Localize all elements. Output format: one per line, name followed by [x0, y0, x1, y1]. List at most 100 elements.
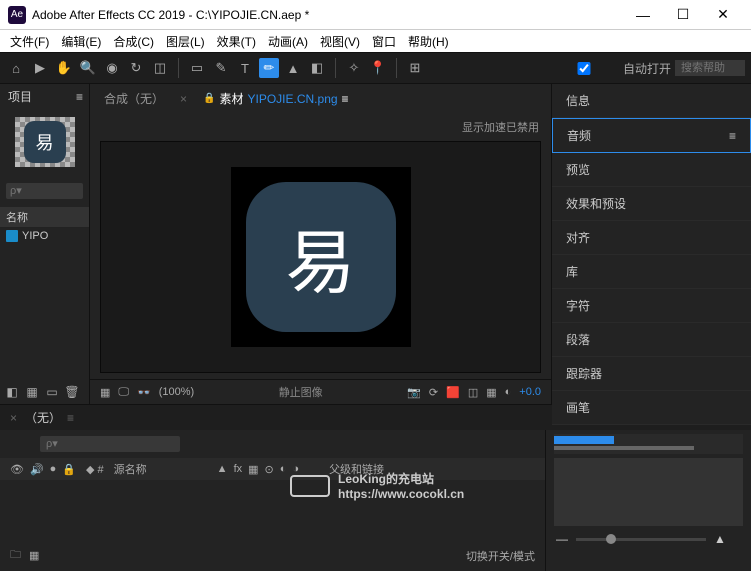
- panel-character[interactable]: 字符: [552, 289, 751, 323]
- zoom-value[interactable]: (100%): [159, 386, 194, 398]
- toggle-switches[interactable]: 切换开关/模式: [466, 548, 535, 564]
- eye-icon[interactable]: 👁: [10, 463, 24, 476]
- source-name-column[interactable]: 源名称: [114, 461, 147, 477]
- channels-icon[interactable]: 🟥: [446, 386, 460, 399]
- titlebar: Ae Adobe After Effects CC 2019 - C:\YIPO…: [0, 0, 751, 30]
- camera-tool-icon[interactable]: ◫: [150, 58, 170, 78]
- maximize-button[interactable]: ☐: [663, 0, 703, 30]
- tl-folder-icon[interactable]: 🗀: [10, 546, 21, 565]
- project-item[interactable]: YIPO: [0, 228, 89, 244]
- project-search-input[interactable]: [6, 183, 83, 199]
- resolution-icon[interactable]: ◫: [468, 386, 478, 399]
- project-column-header[interactable]: 名称: [0, 207, 89, 228]
- viewer-canvas: 易: [231, 167, 411, 347]
- menu-anim[interactable]: 动画(A): [262, 31, 314, 52]
- trans-grid-icon[interactable]: ▦: [486, 386, 496, 399]
- panel-audio[interactable]: 音频≡: [552, 118, 751, 153]
- timeline-track-area[interactable]: [554, 458, 743, 526]
- menu-file[interactable]: 文件(F): [4, 31, 55, 52]
- shape-tool-icon[interactable]: ▭: [187, 58, 207, 78]
- timeline-right: — ▲: [545, 430, 751, 571]
- tab-composition[interactable]: 合成（无）: [100, 88, 168, 109]
- timeline-search-input[interactable]: [40, 436, 180, 452]
- file-icon: [6, 230, 18, 242]
- auto-open-label: 自动打开: [623, 60, 671, 77]
- home-icon[interactable]: ⌂: [6, 58, 26, 78]
- tl-menu-icon[interactable]: ≡: [67, 411, 74, 425]
- menu-effect[interactable]: 效果(T): [211, 31, 262, 52]
- menu-help[interactable]: 帮助(H): [402, 31, 455, 52]
- tab-footage[interactable]: 🔒 素材 YIPOJIE.CN.png ≡: [199, 88, 353, 109]
- shy-icon[interactable]: ▲: [217, 463, 228, 476]
- menu-comp[interactable]: 合成(C): [107, 31, 160, 52]
- lock-col-icon[interactable]: 🔒: [62, 463, 76, 476]
- motion-blur-icon[interactable]: ◐: [280, 463, 287, 476]
- selection-tool-icon[interactable]: ▶: [30, 58, 50, 78]
- bits-icon[interactable]: ▦: [24, 384, 40, 400]
- toolbar: ⌂ ▶ ✋ 🔍 ◉ ↻ ◫ ▭ ✎ T ✏ ▲ ◧ ✧ 📍 ⊞ 自动打开: [0, 52, 751, 84]
- menu-view[interactable]: 视图(V): [314, 31, 366, 52]
- roto-tool-icon[interactable]: ✧: [344, 58, 364, 78]
- mask-icon[interactable]: 👓: [137, 386, 151, 399]
- tl-comp-icon[interactable]: ▦: [29, 549, 39, 562]
- fx-icon[interactable]: fx: [234, 463, 243, 476]
- panel-tracker[interactable]: 跟踪器: [552, 357, 751, 391]
- panel-paragraph[interactable]: 段落: [552, 323, 751, 357]
- panel-effects[interactable]: 效果和预设: [552, 187, 751, 221]
- monitor-icon[interactable]: 🖵: [118, 386, 129, 399]
- panel-info[interactable]: 信息: [552, 84, 751, 118]
- brush-tool-icon[interactable]: ✏: [259, 58, 279, 78]
- project-thumbnail[interactable]: 易: [15, 117, 75, 167]
- panel-icon[interactable]: ⊞: [405, 58, 425, 78]
- right-panel: 信息 音频≡ 预览 效果和预设 对齐 库 字符 段落 跟踪器 画笔: [551, 84, 751, 404]
- zoom-tool-icon[interactable]: 🔍: [78, 58, 98, 78]
- visibility-columns: 👁 🔊 ● 🔒: [10, 463, 76, 476]
- refresh-icon[interactable]: ⟳: [429, 386, 438, 399]
- auto-open-checkbox[interactable]: [549, 62, 619, 75]
- solo-icon[interactable]: ●: [50, 463, 57, 476]
- eraser-tool-icon[interactable]: ◧: [307, 58, 327, 78]
- zoom-in-icon[interactable]: ▲: [714, 532, 726, 546]
- tab-close-icon[interactable]: ×: [180, 92, 187, 106]
- timeline-tab[interactable]: （无）: [25, 409, 61, 426]
- menu-layer[interactable]: 图层(L): [160, 31, 211, 52]
- close-button[interactable]: ✕: [703, 0, 743, 30]
- panel-library[interactable]: 库: [552, 255, 751, 289]
- tl-close-icon[interactable]: ×: [10, 411, 17, 425]
- blend-icon[interactable]: ▦: [248, 463, 258, 476]
- tab-menu-icon[interactable]: ≡: [342, 92, 349, 106]
- panel-menu-icon[interactable]: ≡: [729, 129, 736, 143]
- exposure-value[interactable]: +0.0: [519, 386, 541, 398]
- watermark: LeoKing的充电站 https://www.cocokl.cn: [290, 470, 464, 501]
- help-search-input[interactable]: [675, 60, 745, 76]
- menu-edit[interactable]: 编辑(E): [55, 31, 107, 52]
- hand-tool-icon[interactable]: ✋: [54, 58, 74, 78]
- panel-menu-icon[interactable]: ≡: [76, 90, 81, 104]
- orbit-tool-icon[interactable]: ◉: [102, 58, 122, 78]
- panel-align[interactable]: 对齐: [552, 221, 751, 255]
- interpret-icon[interactable]: ◧: [4, 384, 20, 400]
- trash-icon[interactable]: 🗑: [64, 384, 80, 400]
- viewer-image: 易: [246, 182, 396, 332]
- snapshot-icon[interactable]: 📷: [407, 386, 421, 399]
- exposure-icon[interactable]: ◐: [505, 386, 512, 398]
- timeline-search-row: [0, 430, 545, 458]
- zoom-track[interactable]: [576, 538, 706, 541]
- stamp-tool-icon[interactable]: ▲: [283, 58, 303, 78]
- menu-window[interactable]: 窗口: [366, 31, 402, 52]
- minimize-button[interactable]: —: [623, 0, 663, 30]
- panel-preview[interactable]: 预览: [552, 153, 751, 187]
- speaker-icon[interactable]: 🔊: [30, 463, 44, 476]
- pen-tool-icon[interactable]: ✎: [211, 58, 231, 78]
- rotate-tool-icon[interactable]: ↻: [126, 58, 146, 78]
- panel-brush[interactable]: 画笔: [552, 391, 751, 425]
- divider: [335, 58, 336, 78]
- text-tool-icon[interactable]: T: [235, 58, 255, 78]
- time-ruler[interactable]: [554, 434, 743, 454]
- folder-icon[interactable]: ▭: [44, 384, 60, 400]
- grid-icon[interactable]: ▦: [100, 386, 110, 399]
- 3d-icon[interactable]: ⊙: [265, 463, 274, 476]
- zoom-out-icon[interactable]: —: [556, 532, 568, 546]
- puppet-tool-icon[interactable]: 📍: [368, 58, 388, 78]
- viewer[interactable]: 易: [100, 141, 541, 373]
